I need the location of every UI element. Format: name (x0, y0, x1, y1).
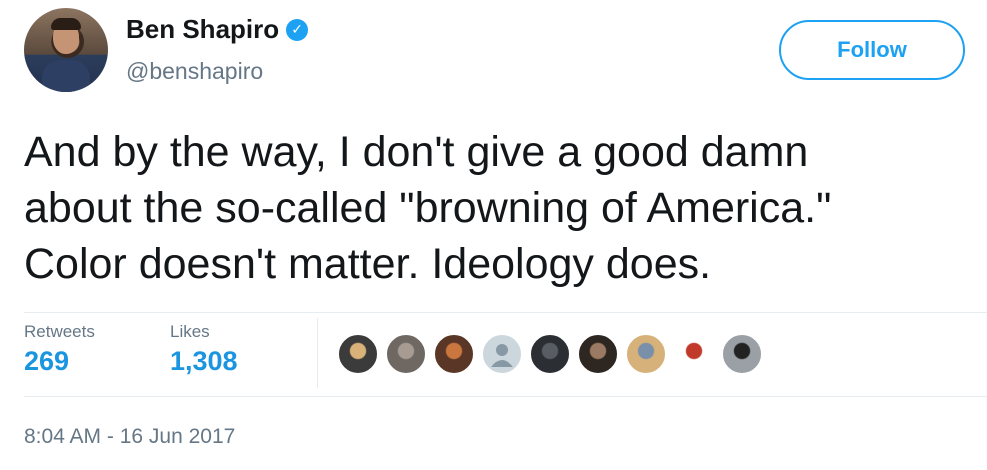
tweet-line: Color doesn't matter. Ideology does. (24, 240, 712, 288)
retweets-stat[interactable]: Retweets 269 (24, 322, 95, 377)
avatar-hair (51, 18, 81, 30)
tweet-line: about the so-called "browning of America… (24, 184, 832, 232)
liker-avatar-7[interactable] (625, 333, 667, 375)
stats-divider-bottom (24, 396, 987, 397)
likes-count: 1,308 (170, 346, 238, 376)
likes-stat[interactable]: Likes 1,308 (170, 322, 238, 377)
liker-avatar-3[interactable] (433, 333, 475, 375)
liker-avatar-6[interactable] (577, 333, 619, 375)
tweet-timestamp[interactable]: 8:04 AM - 16 Jun 2017 (24, 425, 235, 449)
author-name[interactable]: Ben Shapiro (126, 14, 279, 45)
avatar-shirt (42, 60, 90, 92)
liker-avatars (337, 333, 769, 375)
liker-avatar-8[interactable] (673, 333, 715, 375)
tweet-line: And by the way, I don't give a good damn (24, 128, 809, 176)
stats-divider-top (24, 312, 987, 313)
default-user-icon[interactable] (481, 333, 523, 375)
retweets-label: Retweets (24, 322, 95, 341)
likes-label: Likes (170, 322, 210, 341)
liker-avatar-5[interactable] (529, 333, 571, 375)
author-handle[interactable]: @benshapiro (126, 58, 263, 85)
retweets-count: 269 (24, 346, 70, 376)
stats-vertical-divider (317, 318, 318, 388)
author-avatar[interactable] (24, 8, 108, 92)
follow-button[interactable]: Follow (779, 20, 965, 80)
liker-avatar-9[interactable] (721, 333, 763, 375)
liker-avatar-2[interactable] (385, 333, 427, 375)
tweet-text: And by the way, I don't give a good damn… (24, 124, 974, 292)
liker-avatar-1[interactable] (337, 333, 379, 375)
verified-badge-icon: ✓ (286, 18, 309, 41)
author-name-row: Ben Shapiro ✓ (126, 14, 309, 45)
